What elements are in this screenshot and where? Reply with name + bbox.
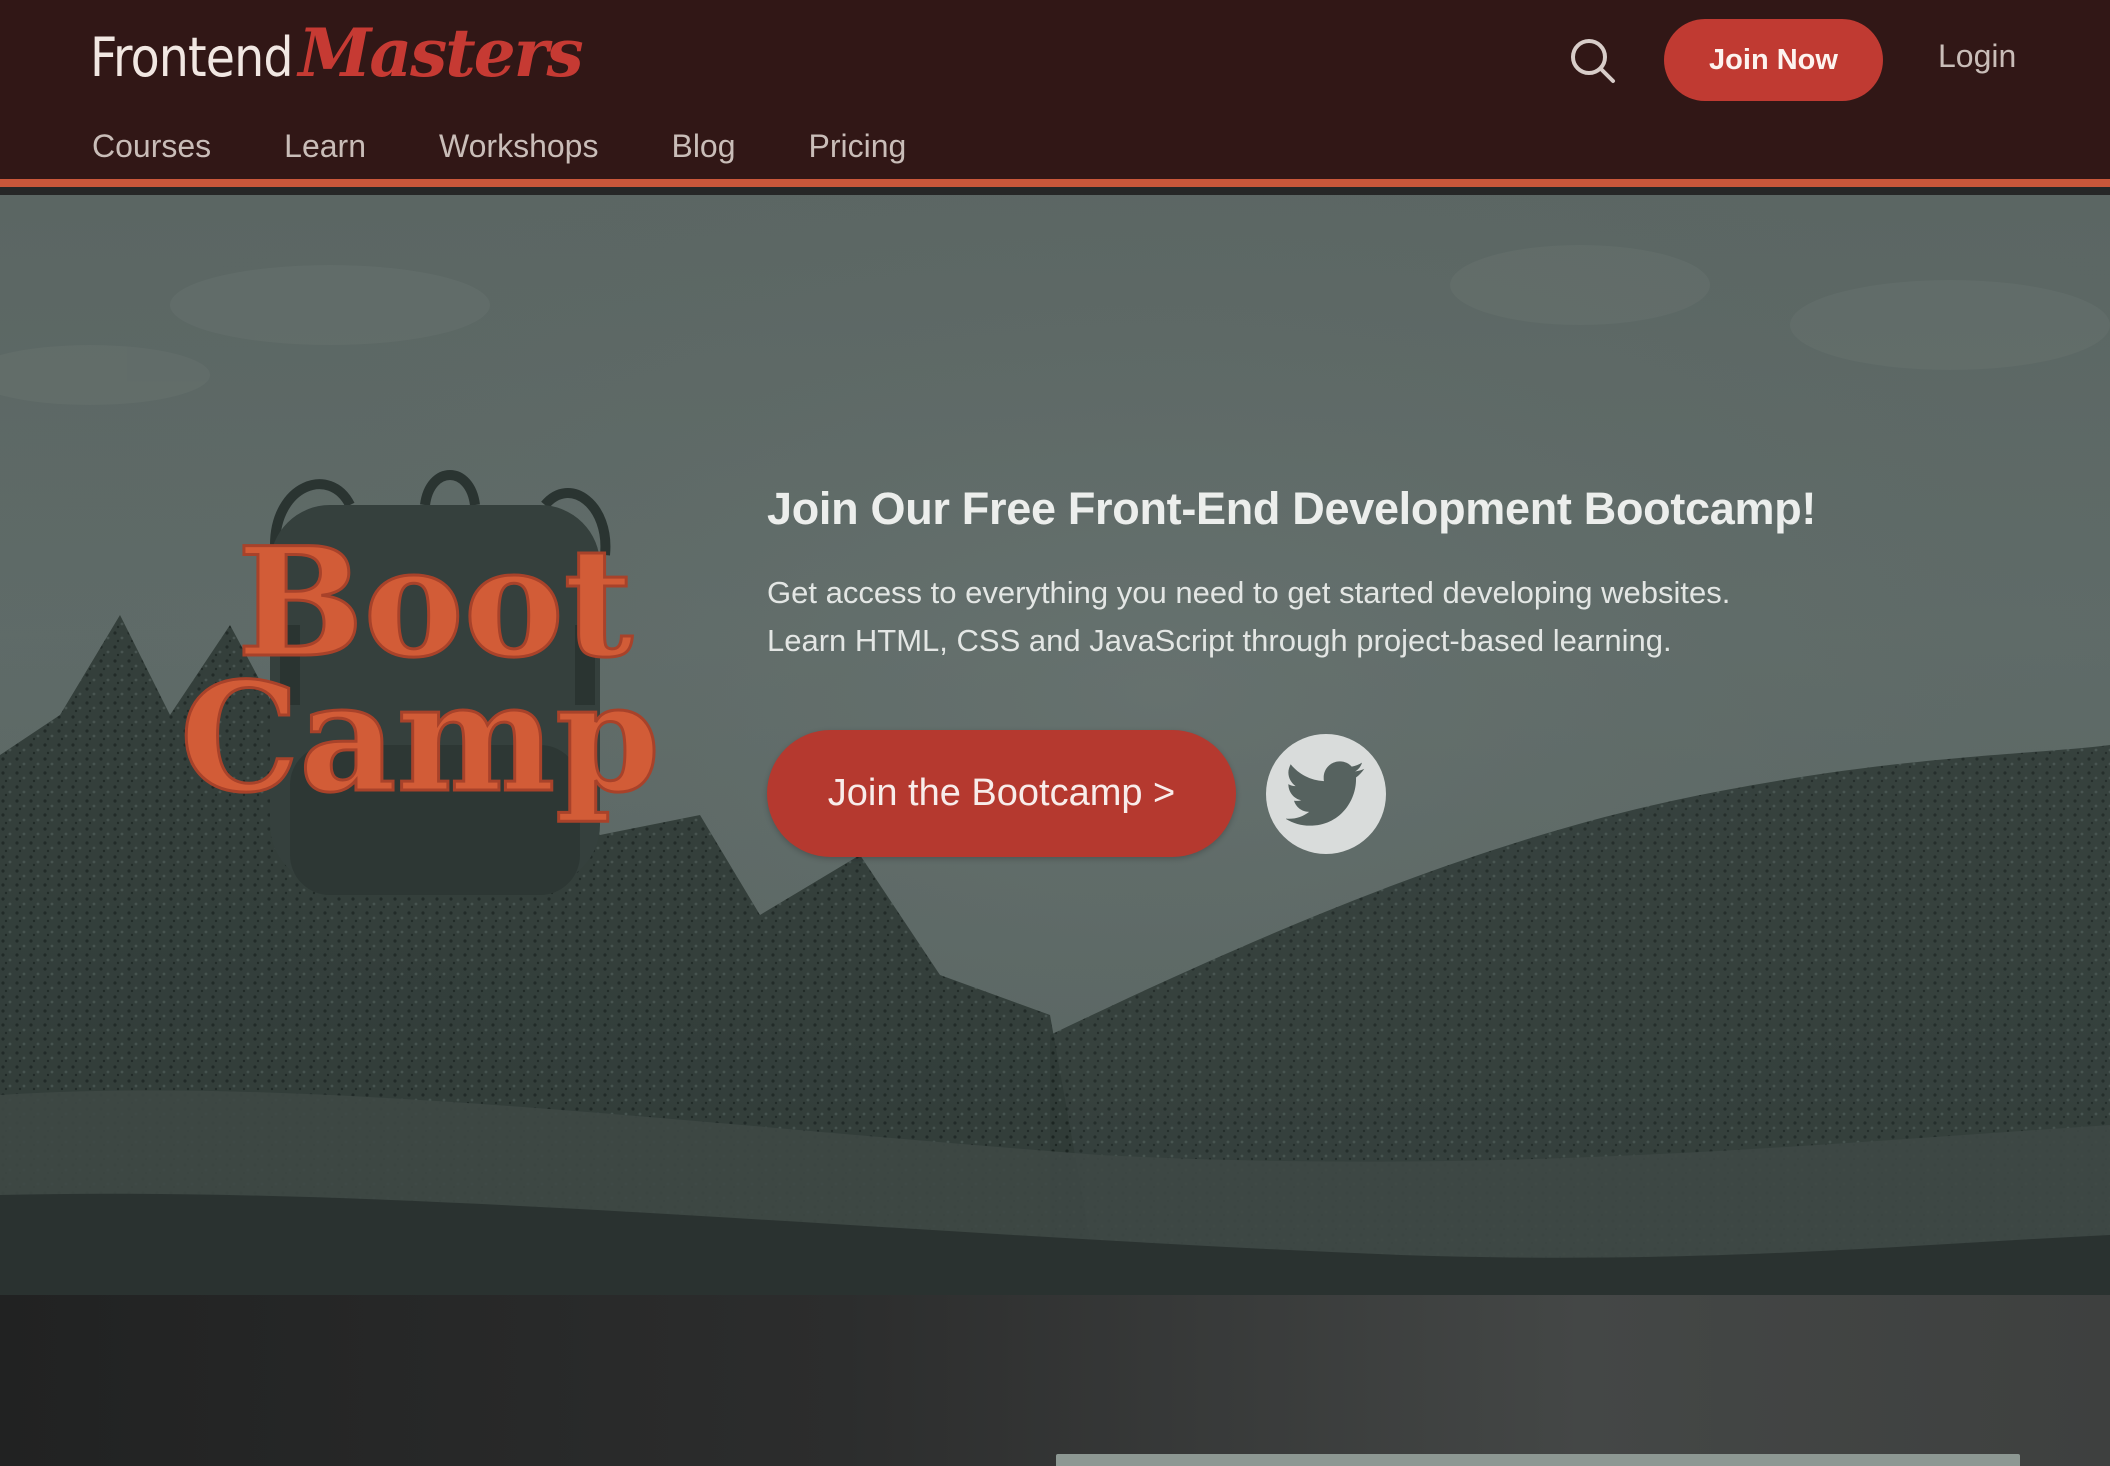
nav-item-blog[interactable]: Blog xyxy=(671,122,735,170)
hero-title: Join Our Free Front-End Development Boot… xyxy=(767,483,1817,534)
nav-item-learn[interactable]: Learn xyxy=(284,122,366,170)
logo-text-masters: Masters xyxy=(298,14,583,92)
nav-item-workshops[interactable]: Workshops xyxy=(439,122,598,170)
twitter-share-button[interactable] xyxy=(1266,733,1386,854)
join-bootcamp-button[interactable]: Join the Bootcamp > xyxy=(767,730,1236,857)
search-icon xyxy=(1571,39,1615,83)
section-preview-image xyxy=(1056,1454,2020,1466)
next-section xyxy=(0,1295,2110,1466)
hero-description-line-2: Learn HTML, CSS and JavaScript through p… xyxy=(767,623,1672,658)
bootcamp-hero: Boot Camp Join Our Free Front-End Develo… xyxy=(0,195,2110,1295)
join-now-button[interactable]: Join Now xyxy=(1664,19,1883,101)
login-link[interactable]: Login xyxy=(1938,38,2016,75)
site-header: Frontend Masters Join Now Login Courses … xyxy=(0,0,2110,187)
logo-text-frontend: Frontend xyxy=(90,26,294,89)
twitter-bird-icon xyxy=(1286,760,1365,826)
nav-item-pricing[interactable]: Pricing xyxy=(809,122,907,170)
hero-text-block: Join Our Free Front-End Development Boot… xyxy=(767,477,2067,665)
hero-actions: Join the Bootcamp > xyxy=(767,730,1386,857)
frontend-masters-logo[interactable]: Frontend Masters xyxy=(90,14,584,94)
main-nav: Courses Learn Workshops Blog Pricing xyxy=(92,122,979,170)
search-button[interactable] xyxy=(1568,36,1618,86)
hero-description-line-1: Get access to everything you need to get… xyxy=(767,575,1731,610)
badge-text-camp: Camp xyxy=(180,650,660,826)
nav-item-courses[interactable]: Courses xyxy=(92,122,211,170)
bootcamp-badge-illustration: Boot Camp xyxy=(180,470,662,895)
